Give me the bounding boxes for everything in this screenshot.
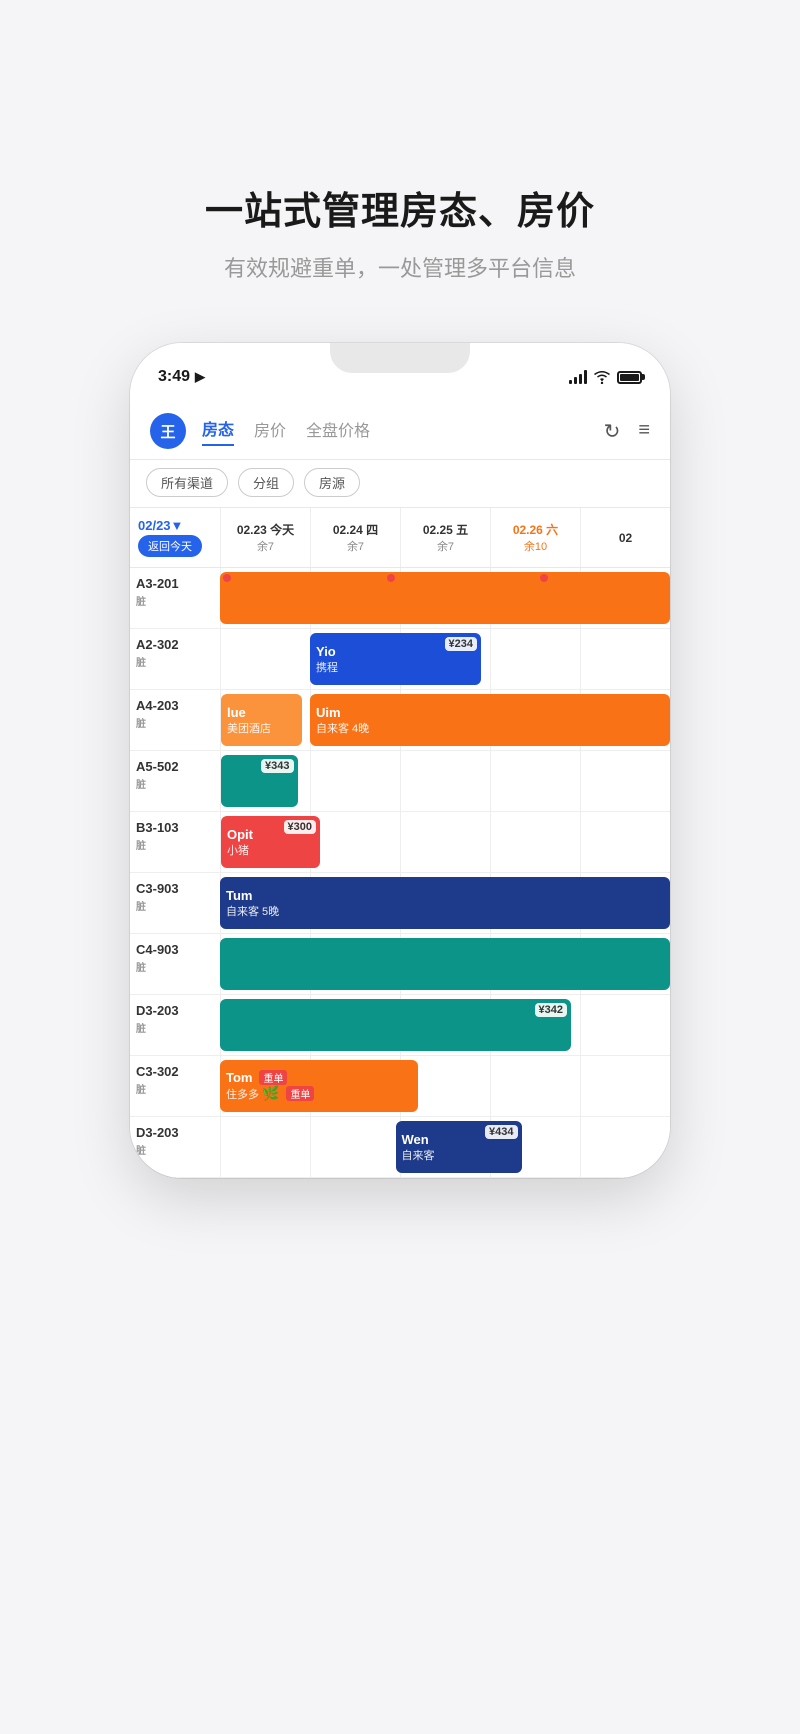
location-icon: ▶ xyxy=(195,369,205,385)
room-cells: ¥342 xyxy=(220,995,670,1055)
table-row: A2-302 脏 ¥234 Yio 携程 xyxy=(130,629,670,690)
booking-block-striped[interactable] xyxy=(315,755,477,807)
alert-dot xyxy=(223,574,231,582)
date-col-2: 02.25 五 余7 xyxy=(400,508,490,567)
table-row: D3-203 脏 ¥434 Wen 自来客 xyxy=(130,1117,670,1178)
date-nav-col[interactable]: 02/23▼ 返回今天 xyxy=(130,508,220,567)
room-label: A2-302 脏 xyxy=(130,629,220,689)
date-nav[interactable]: 02/23▼ xyxy=(138,518,212,533)
booking-block[interactable]: ¥300 Opit 小猪 xyxy=(221,816,320,868)
room-cells: ¥300 Opit 小猪 xyxy=(220,812,670,872)
room-label: D3-203 脏 xyxy=(130,1117,220,1177)
room-cells: Tum 自来客 5晚 xyxy=(220,873,670,933)
table-row: A5-502 脏 ¥343 xyxy=(130,751,670,812)
signal-icon xyxy=(569,370,587,384)
app-content: 王 房态 房价 全盘价格 ↻ ≡ 所有渠道 分组 房源 02/23▼ 返回今天 xyxy=(130,399,670,1178)
refresh-icon[interactable]: ↻ xyxy=(604,419,621,444)
table-row: A3-201 脏 xyxy=(130,568,670,629)
avatar[interactable]: 王 xyxy=(150,413,186,449)
table-row: B3-103 脏 ¥300 Opit 小猪 xyxy=(130,812,670,873)
booking-block[interactable]: Uim 自来客 4晚 xyxy=(310,694,670,746)
room-cells: Tom 重单 住多多 🌿 重单 xyxy=(220,1056,670,1116)
status-time: 3:49 ▶ xyxy=(158,368,205,386)
filter-row: 所有渠道 分组 房源 xyxy=(130,460,670,508)
phone-mockup: 3:49 ▶ 王 房态 房价 xyxy=(130,343,670,1178)
room-cells xyxy=(220,934,670,994)
room-label: A4-203 脏 xyxy=(130,690,220,750)
page-subtitle: 有效规避重单，一处管理多平台信息 xyxy=(224,251,576,283)
back-today-btn[interactable]: 返回今天 xyxy=(138,535,202,557)
duplicate-badge-2: 重单 xyxy=(286,1086,314,1101)
room-label: B3-103 脏 xyxy=(130,812,220,872)
date-col-3: 02.26 六 余10 xyxy=(490,508,580,567)
table-row: A4-203 脏 lue 美团酒店 Uim 自来客 4晚 xyxy=(130,690,670,751)
booking-block[interactable]: ¥342 xyxy=(220,999,571,1051)
room-label: D3-203 脏 xyxy=(130,995,220,1055)
room-cells: ¥234 Yio 携程 xyxy=(220,629,670,689)
booking-block[interactable] xyxy=(220,572,670,624)
date-col-4: 02 xyxy=(580,508,670,567)
booking-block[interactable]: lue 美团酒店 xyxy=(221,694,302,746)
room-label: C3-302 脏 xyxy=(130,1056,220,1116)
table-row: C3-302 脏 Tom 重单 住多多 xyxy=(130,1056,670,1117)
booking-block[interactable]: Tom 重单 住多多 🌿 重单 xyxy=(220,1060,418,1112)
menu-icon[interactable]: ≡ xyxy=(638,419,650,444)
booking-block[interactable]: ¥343 xyxy=(221,755,298,807)
table-row: C3-903 脏 Tum 自来客 5晚 xyxy=(130,873,670,934)
tab-bar: 王 房态 房价 全盘价格 ↻ ≡ xyxy=(130,399,670,460)
filter-all-channels[interactable]: 所有渠道 xyxy=(146,468,228,497)
tab-room-status[interactable]: 房态 xyxy=(202,416,234,446)
tab-room-price[interactable]: 房价 xyxy=(254,417,286,445)
filter-room-source[interactable]: 房源 xyxy=(304,468,360,497)
alert-dot xyxy=(387,574,395,582)
status-icons xyxy=(569,370,642,384)
date-col-0: 02.23 今天 余7 xyxy=(220,508,310,567)
room-label: A5-502 脏 xyxy=(130,751,220,811)
wifi-icon xyxy=(593,370,611,384)
room-cells: ¥343 xyxy=(220,751,670,811)
calendar-header: 02/23▼ 返回今天 02.23 今天 余7 02.24 四 余7 02.25… xyxy=(130,508,670,568)
tab-actions: ↻ ≡ xyxy=(604,419,650,444)
status-bar: 3:49 ▶ xyxy=(130,343,670,399)
leaf-icon: 🌿 xyxy=(262,1085,279,1102)
room-label: C3-903 脏 xyxy=(130,873,220,933)
room-label: C4-903 脏 xyxy=(130,934,220,994)
calendar: 02/23▼ 返回今天 02.23 今天 余7 02.24 四 余7 02.25… xyxy=(130,508,670,1178)
table-row: C4-903 脏 xyxy=(130,934,670,995)
room-cells xyxy=(220,568,670,628)
booking-block[interactable] xyxy=(220,938,670,990)
duplicate-badge: 重单 xyxy=(259,1070,287,1085)
alert-dot xyxy=(540,574,548,582)
booking-block[interactable]: ¥234 Yio 携程 xyxy=(310,633,481,685)
filter-group[interactable]: 分组 xyxy=(238,468,294,497)
battery-icon xyxy=(617,371,642,384)
tab-full-price[interactable]: 全盘价格 xyxy=(306,417,370,445)
booking-block[interactable]: ¥434 Wen 自来客 xyxy=(396,1121,522,1173)
table-row: D3-203 脏 ¥342 xyxy=(130,995,670,1056)
room-label: A3-201 脏 xyxy=(130,568,220,628)
page-title: 一站式管理房态、房价 xyxy=(205,180,595,235)
booking-block[interactable]: Tum 自来客 5晚 xyxy=(220,877,670,929)
room-cells: lue 美团酒店 Uim 自来客 4晚 xyxy=(220,690,670,750)
room-cells: ¥434 Wen 自来客 xyxy=(220,1117,670,1177)
date-col-1: 02.24 四 余7 xyxy=(310,508,400,567)
